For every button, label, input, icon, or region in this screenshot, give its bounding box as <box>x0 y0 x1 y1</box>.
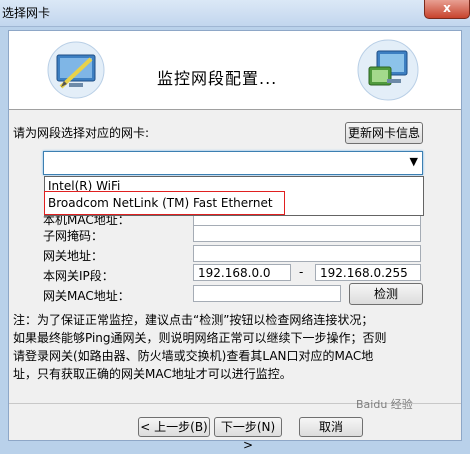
wizard-header: 监控网段配置... <box>9 31 461 110</box>
network-config-icon <box>47 41 105 99</box>
note-line: 请登录网关(如路由器、防火墙或交换机)查看其LAN口对应的MAC地 <box>13 349 374 363</box>
adapter-select[interactable]: ▼ <box>43 151 423 175</box>
back-button[interactable]: < 上一步(B) <box>138 417 210 437</box>
gateway-address-label: 网关地址： <box>43 249 104 263</box>
refresh-adapter-button[interactable]: 更新网卡信息 <box>345 122 423 144</box>
dialog-client: 监控网段配置... 请为网段选择对应的网卡: 更新网卡信息 ▼ Intel(R)… <box>8 30 462 452</box>
cancel-button[interactable]: 取消 <box>299 417 363 437</box>
close-button[interactable]: x <box>424 0 470 19</box>
note-line: 如果最终能够Ping通网关，则说明网络正常可以继续下一步操作；否则 <box>13 331 387 345</box>
title-bar: 选择网卡 x <box>0 0 470 27</box>
detect-button[interactable]: 检测 <box>349 283 423 305</box>
network-monitor-icon <box>357 39 419 101</box>
note-line: 址，只有获取正确的网关MAC地址才可以进行监控。 <box>13 367 292 381</box>
next-button[interactable]: 下一步(N) > <box>214 417 282 452</box>
chevron-down-icon[interactable]: ▼ <box>410 155 418 168</box>
ip-end-field[interactable]: 192.168.0.255 <box>315 264 421 281</box>
note-line: 注：为了保证正常监控，建议点击“检测”按钮以检查网络连接状况； <box>13 313 374 327</box>
subnet-mask-field[interactable] <box>193 225 421 242</box>
ip-range-separator: - <box>299 265 304 279</box>
window-title: 选择网卡 <box>2 6 51 20</box>
ip-range-label: 本网关IP段： <box>43 269 114 283</box>
adapter-prompt: 请为网段选择对应的网卡: <box>13 126 150 140</box>
header-title: 监控网段配置... <box>157 69 278 88</box>
subnet-mask-label: 子网掩码： <box>43 229 104 243</box>
gateway-mac-label: 网关MAC地址： <box>43 289 130 303</box>
note-text: 注：为了保证正常监控，建议点击“检测”按钮以检查网络连接状况； 如果最终能够Pi… <box>13 311 453 383</box>
ip-start-field[interactable]: 192.168.0.0 <box>193 264 291 281</box>
watermark-text: Baidu 经验 <box>356 398 413 411</box>
gateway-address-field[interactable] <box>193 245 421 262</box>
gateway-mac-field[interactable] <box>193 285 341 302</box>
option-highlight-box <box>44 191 285 215</box>
